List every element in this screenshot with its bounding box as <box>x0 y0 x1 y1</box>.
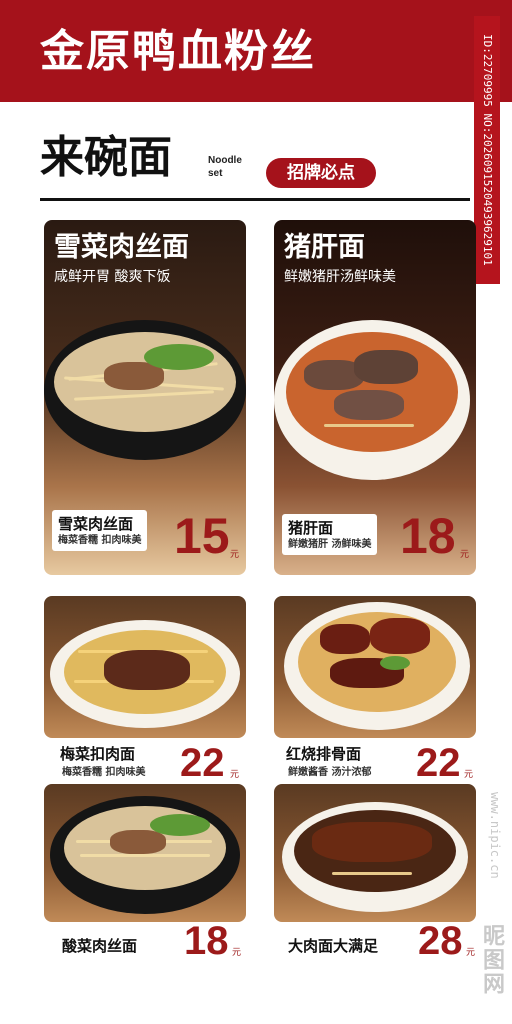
price-unit: 元 <box>460 550 470 560</box>
image-id-code: ID:22709995 NO:20260915204939629101 <box>474 16 500 284</box>
price: 18 <box>400 508 456 564</box>
header-banner: 金原鸭血粉丝 <box>0 0 512 102</box>
label-desc: 梅菜香糯 扣肉味美 <box>58 535 142 546</box>
noodle-bowl-image <box>274 320 470 480</box>
item-name: 酸菜肉丝面 <box>62 937 138 955</box>
featured-label: 雪菜肉丝面 梅菜香糯 扣肉味美 <box>52 510 148 551</box>
price: 22 <box>416 741 461 785</box>
featured-label: 猪肝面 鲜嫩猪肝 汤鲜味美 <box>282 514 378 555</box>
item-name: 梅菜扣肉面 <box>60 745 136 763</box>
item-image-darou[interactable] <box>274 784 476 922</box>
item-name: 红烧排骨面 <box>286 745 362 763</box>
item-image-suancai[interactable] <box>44 784 246 922</box>
label-name: 雪菜肉丝面 <box>58 515 134 533</box>
label-name: 猪肝面 <box>288 519 334 537</box>
featured-desc: 咸鲜开胃 酸爽下饭 <box>54 269 171 285</box>
price-unit: 元 <box>466 948 476 958</box>
item-desc: 鲜嫩酱香 汤汁浓郁 <box>288 767 372 778</box>
price-unit: 元 <box>464 770 474 780</box>
brand-title: 金原鸭血粉丝 <box>40 26 316 77</box>
price-unit: 元 <box>230 770 240 780</box>
section-title: 来碗面 <box>40 132 172 183</box>
price: 22 <box>180 741 225 785</box>
featured-card-zhugan[interactable]: 猪肝面 鲜嫩猪肝汤鲜味美 猪肝面 鲜嫩猪肝 汤鲜味美 18 元 <box>274 220 476 575</box>
featured-card-xuecai[interactable]: 雪菜肉丝面 咸鲜开胃 酸爽下饭 雪菜肉丝面 梅菜香糯 扣肉味美 15 元 <box>44 220 246 575</box>
price-unit: 元 <box>232 948 242 958</box>
price-unit: 元 <box>230 550 240 560</box>
section-subtitle: Noodle set <box>208 155 242 179</box>
price: 28 <box>418 919 463 963</box>
item-name: 大肉面大满足 <box>288 937 379 955</box>
item-image-meicai[interactable] <box>44 596 246 738</box>
watermark-logo: 昵图网 <box>479 924 504 996</box>
label-desc: 鲜嫩猪肝 汤鲜味美 <box>288 539 372 550</box>
price: 18 <box>184 919 229 963</box>
noodle-bowl-image <box>44 320 246 460</box>
section-divider <box>40 198 470 201</box>
featured-name: 猪肝面 <box>284 232 365 263</box>
price: 15 <box>174 508 230 564</box>
recommend-badge: 招牌必点 <box>266 158 376 188</box>
item-image-paigu[interactable] <box>274 596 476 738</box>
featured-desc: 鲜嫩猪肝汤鲜味美 <box>284 269 396 285</box>
item-desc: 梅菜香糯 扣肉味美 <box>62 767 146 778</box>
featured-name: 雪菜肉丝面 <box>54 232 189 263</box>
